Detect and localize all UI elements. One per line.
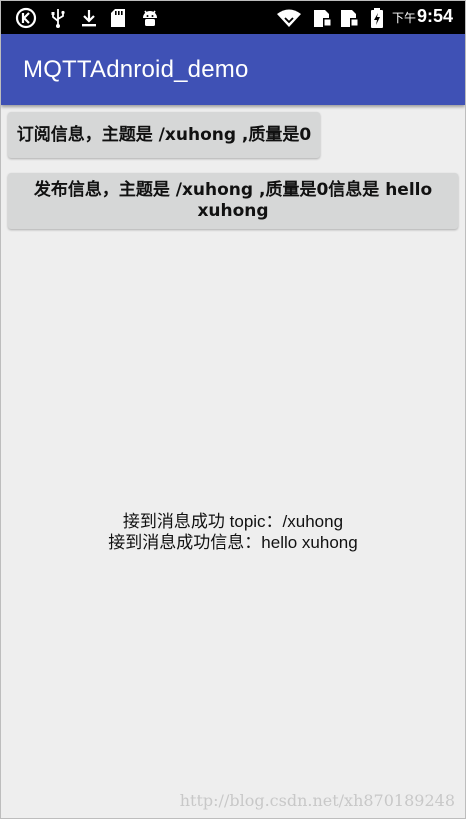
battery-charging-icon (371, 8, 383, 28)
app-title: MQTTAdnroid_demo (23, 56, 249, 83)
status-bar: 下午9:54 (1, 1, 465, 34)
sim-card-1-icon (314, 10, 332, 27)
watermark: http://blog.csdn.net/xh870189248 (179, 791, 455, 810)
received-message-text: 接到消息成功信息：hello xuhong (108, 533, 358, 552)
k-app-icon (15, 7, 37, 29)
sd-card-icon (111, 9, 125, 27)
status-clock: 下午9:54 (392, 6, 453, 27)
clock-time: 9:54 (416, 6, 453, 26)
app-bar: MQTTAdnroid_demo (1, 34, 465, 105)
subscribe-button[interactable]: 订阅信息，主题是 /xuhong ,质量是0 (8, 112, 320, 158)
publish-button[interactable]: 发布信息，主题是 /xuhong ,质量是0信息是 hello xuhong (8, 173, 458, 229)
usb-icon (51, 9, 65, 28)
sim-card-2-icon (341, 10, 359, 27)
clock-period: 下午 (391, 11, 416, 25)
wifi-icon (277, 9, 301, 27)
download-icon (82, 10, 96, 27)
android-debug-icon (143, 10, 157, 26)
phone-screen: 下午9:54 MQTTAdnroid_demo 订阅信息，主题是 /xuhong… (0, 0, 466, 819)
